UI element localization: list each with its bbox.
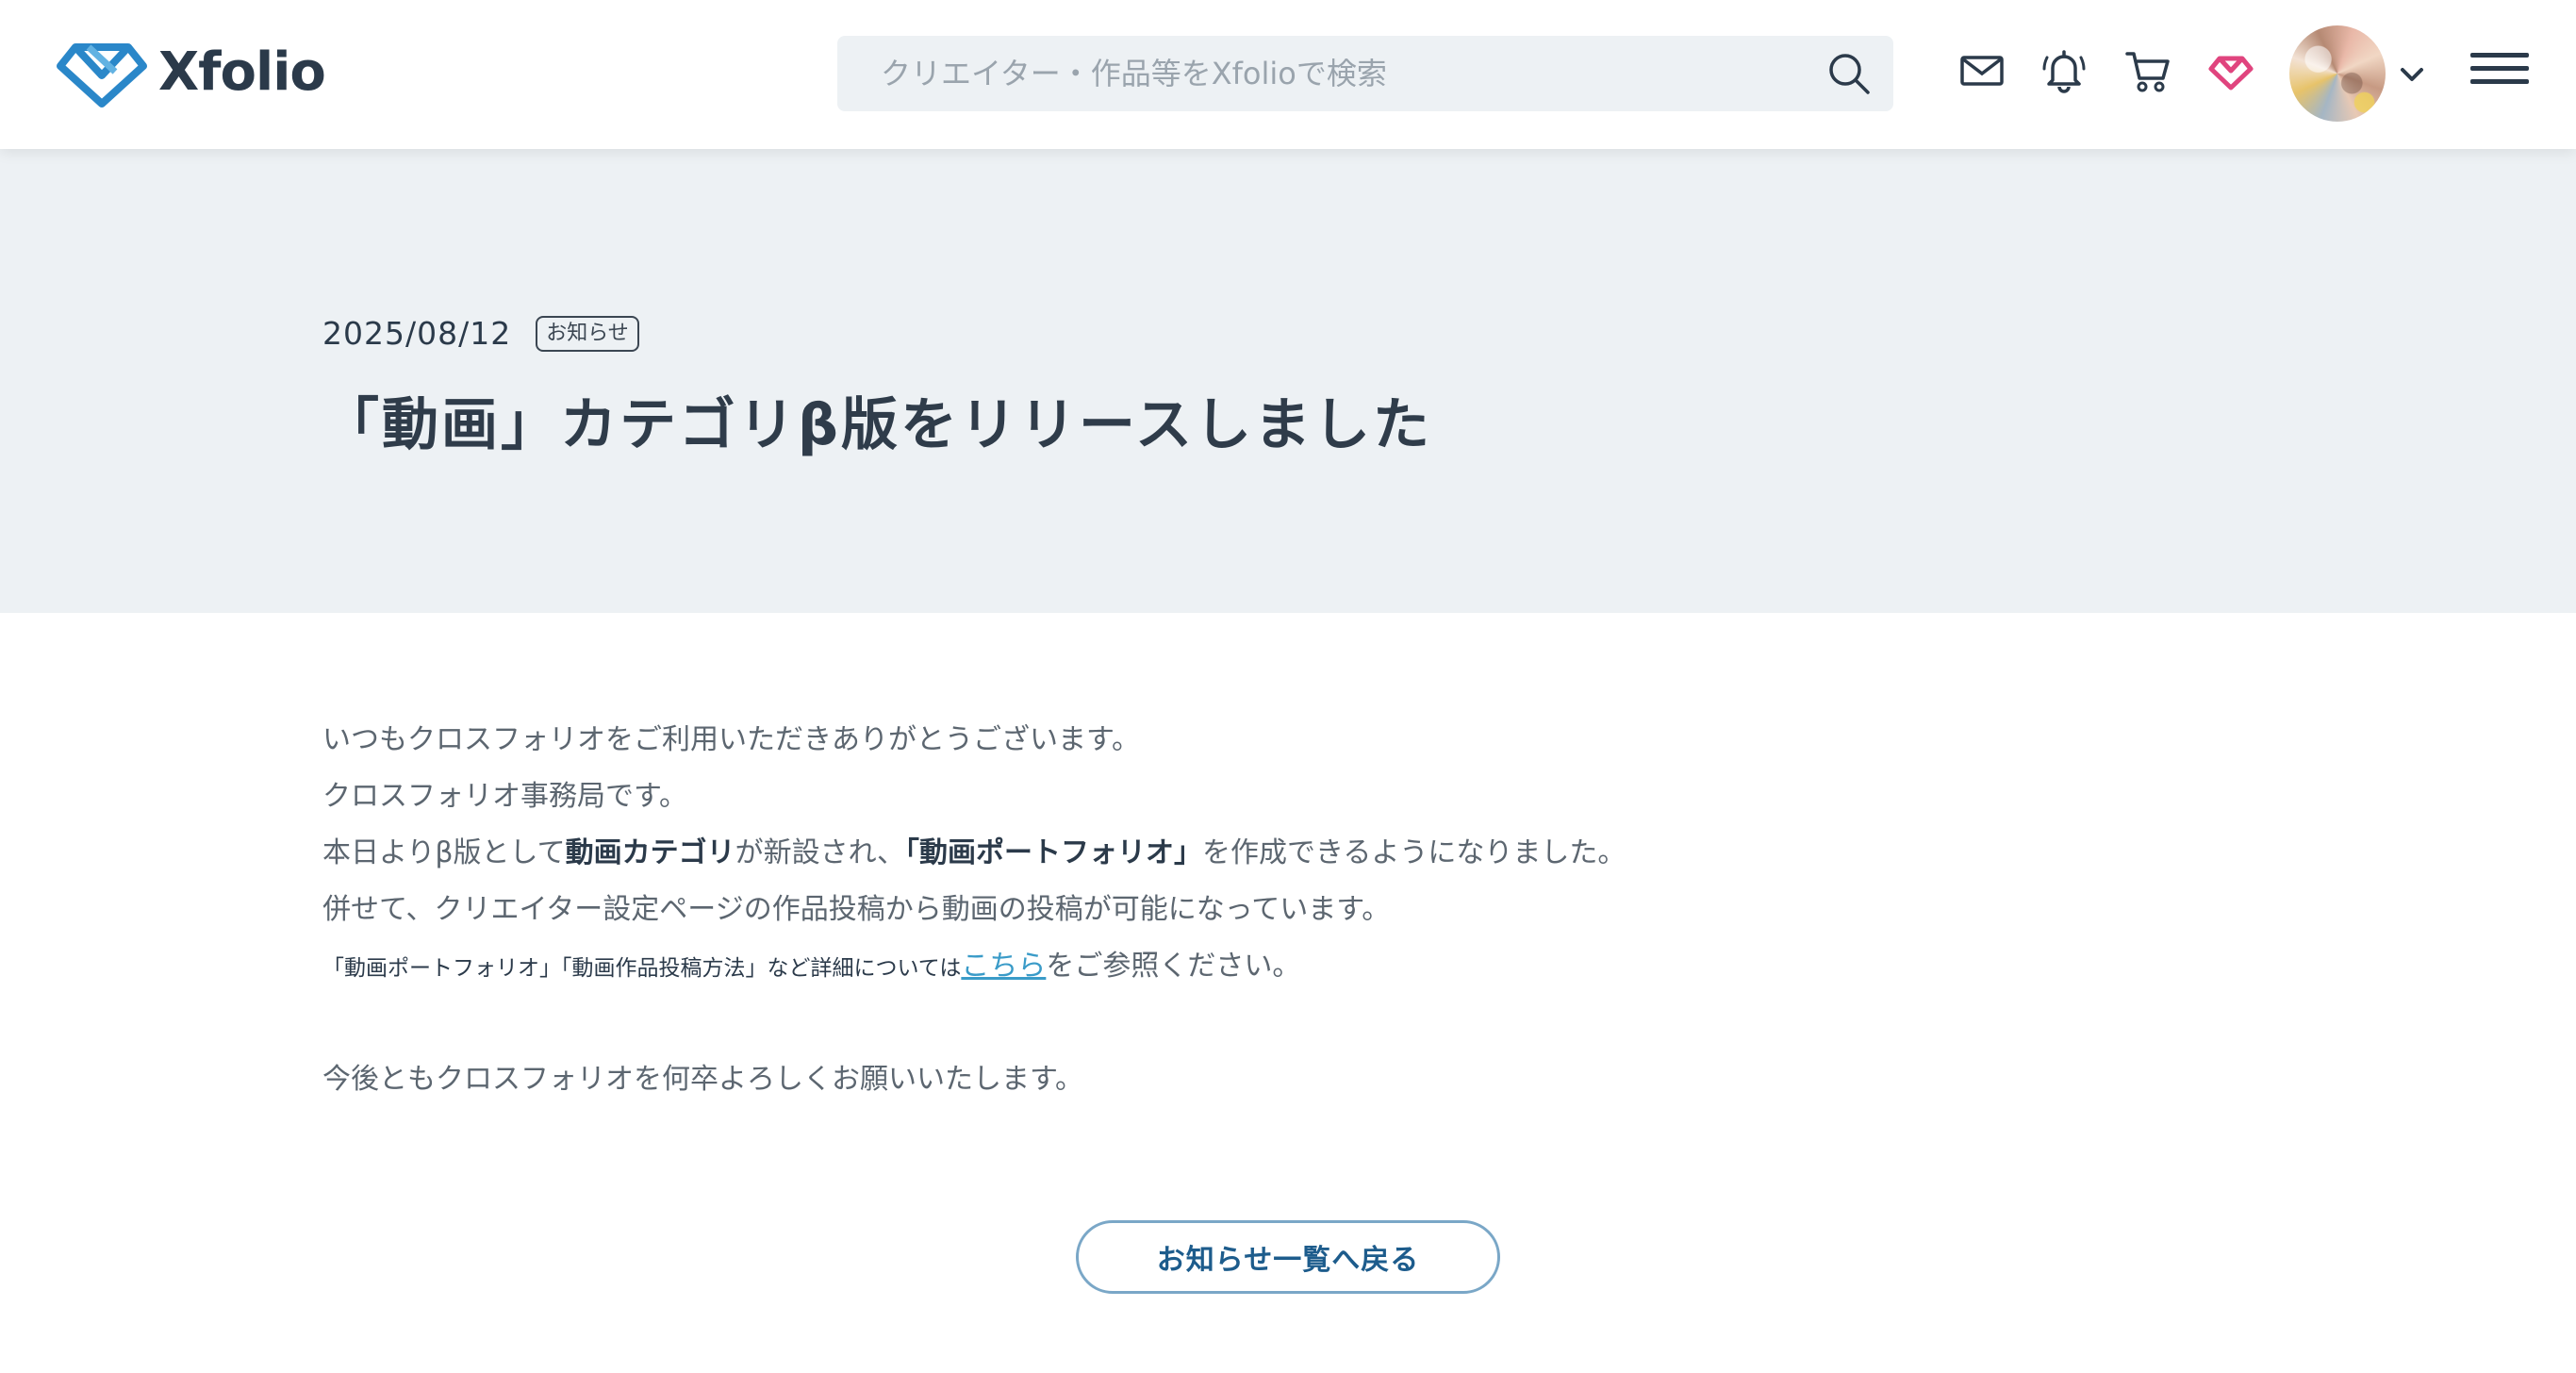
- article-paragraph: 今後ともクロスフォリオを何卒よろしくお願いいたします。: [322, 1063, 1083, 1096]
- text-emphasis: 動画カテゴリ: [565, 836, 735, 869]
- article-paragraph: いつもクロスフォリオをご利用いただきありがとうございます。: [322, 723, 1140, 756]
- logo-text: Xfolio: [158, 41, 326, 103]
- avatar[interactable]: [2289, 25, 2386, 122]
- text-segment: を作成できるようになりました。: [1201, 836, 1627, 869]
- chevron-down-icon[interactable]: [2398, 60, 2426, 89]
- envelope-icon[interactable]: [1957, 46, 2006, 95]
- article-paragraph: 併せて、クリエイター設定ページの作品投稿から動画の投稿が可能になっています。: [322, 893, 1391, 926]
- cart-icon[interactable]: [2123, 46, 2172, 95]
- bell-icon[interactable]: [2039, 46, 2089, 95]
- article-paragraph: クロスフォリオ事務局です。: [322, 780, 687, 813]
- search-icon[interactable]: [1827, 52, 1871, 95]
- back-to-news-list-button[interactable]: お知らせ一覧へ戻る: [1076, 1220, 1500, 1294]
- site-header: Xfolio: [0, 0, 2576, 149]
- xfolio-heart-icon[interactable]: [2206, 46, 2255, 95]
- text-segment: が新設され、: [735, 836, 905, 869]
- hamburger-menu-icon[interactable]: [2470, 53, 2529, 94]
- article-date: 2025/08/12: [322, 315, 512, 352]
- text-segment: 本日よりβ版として: [322, 836, 566, 869]
- text-segment: 「動画ポートフォリオ」「動画作品投稿方法」など詳細については: [322, 956, 962, 981]
- article-meta: 2025/08/12 お知らせ: [322, 315, 639, 352]
- article-body: いつもクロスフォリオをご利用いただきありがとうございます。 クロスフォリオ事務局…: [322, 712, 1925, 1108]
- page-title: 「動画」カテゴリβ版をリリースしました: [322, 392, 1432, 458]
- menu-line: [2470, 66, 2529, 71]
- xfolio-diamond-icon: [57, 43, 147, 108]
- menu-line: [2470, 79, 2529, 84]
- article-paragraph: 「動画ポートフォリオ」「動画作品投稿方法」など詳細についてはこちらをご参照くださ…: [322, 938, 1925, 995]
- article-paragraph: 本日よりβ版として動画カテゴリが新設され、「動画ポートフォリオ」を作成できるよう…: [322, 825, 1925, 882]
- search-input[interactable]: [879, 41, 1803, 107]
- xfolio-logo[interactable]: Xfolio: [55, 34, 326, 109]
- category-badge: お知らせ: [536, 315, 639, 352]
- search-bar: [837, 36, 1893, 111]
- menu-line: [2470, 53, 2529, 58]
- text-emphasis: 「動画ポートフォリオ」: [904, 836, 1202, 869]
- details-link[interactable]: こちら: [961, 950, 1046, 983]
- article-header: 2025/08/12 お知らせ 「動画」カテゴリβ版をリリースしました: [0, 149, 2576, 613]
- text-segment: をご参照ください。: [1046, 950, 1301, 983]
